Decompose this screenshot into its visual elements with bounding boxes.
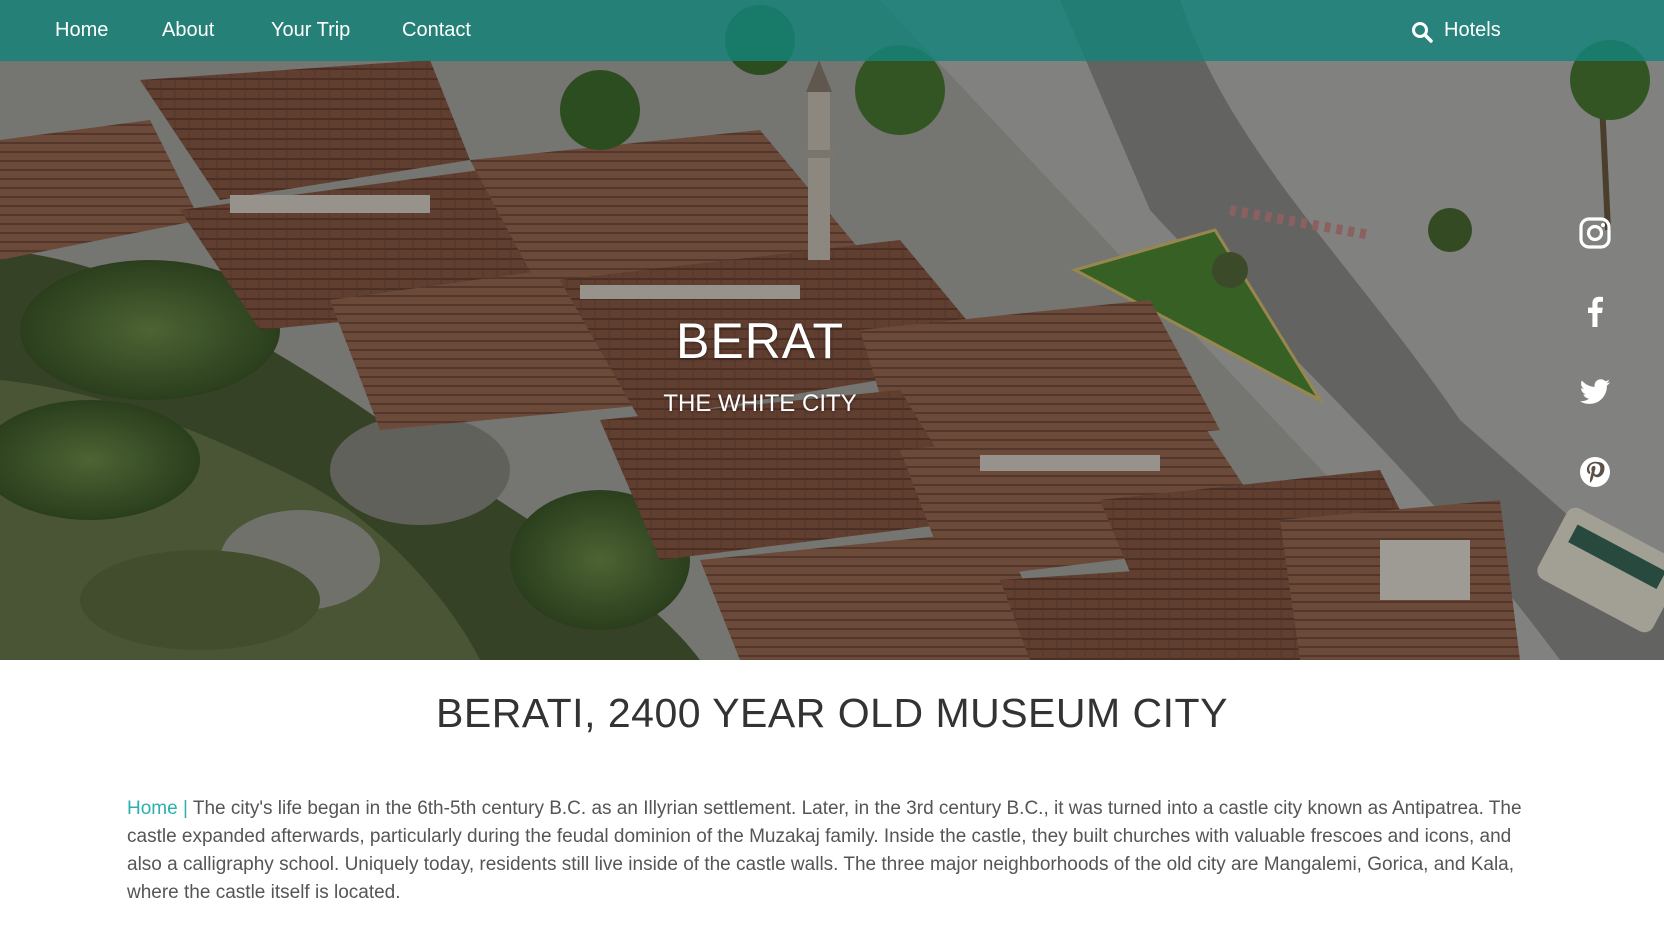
- facebook-icon[interactable]: [1578, 294, 1612, 328]
- nav-your-trip[interactable]: Your Trip: [271, 19, 350, 42]
- hero-banner: BERAT THE WHITE CITY: [0, 0, 1664, 660]
- pinterest-icon[interactable]: [1578, 455, 1612, 489]
- breadcrumb-separator: |: [182, 798, 188, 819]
- twitter-icon[interactable]: [1578, 374, 1612, 408]
- nav-contact[interactable]: Contact: [402, 19, 471, 42]
- instagram-icon[interactable]: [1578, 216, 1612, 250]
- nav-about[interactable]: About: [162, 19, 214, 42]
- hero-title: BERAT: [676, 313, 844, 369]
- breadcrumb-home-link[interactable]: Home: [127, 798, 178, 819]
- top-navbar: Home About Your Trip Contact Hotels: [0, 0, 1664, 61]
- intro-paragraph: Home | The city's life began in the 6th-…: [127, 795, 1537, 907]
- nav-hotels[interactable]: Hotels: [1444, 19, 1501, 42]
- hero-subtitle: THE WHITE CITY: [663, 390, 857, 417]
- section-heading: BERATI, 2400 YEAR OLD MUSEUM CITY: [436, 690, 1228, 736]
- page: BERAT THE WHITE CITY Home About Your Tri…: [0, 0, 1664, 933]
- nav-home[interactable]: Home: [55, 19, 108, 42]
- intro-text: The city's life began in the 6th-5th cen…: [127, 798, 1522, 903]
- search-icon[interactable]: [1410, 20, 1434, 44]
